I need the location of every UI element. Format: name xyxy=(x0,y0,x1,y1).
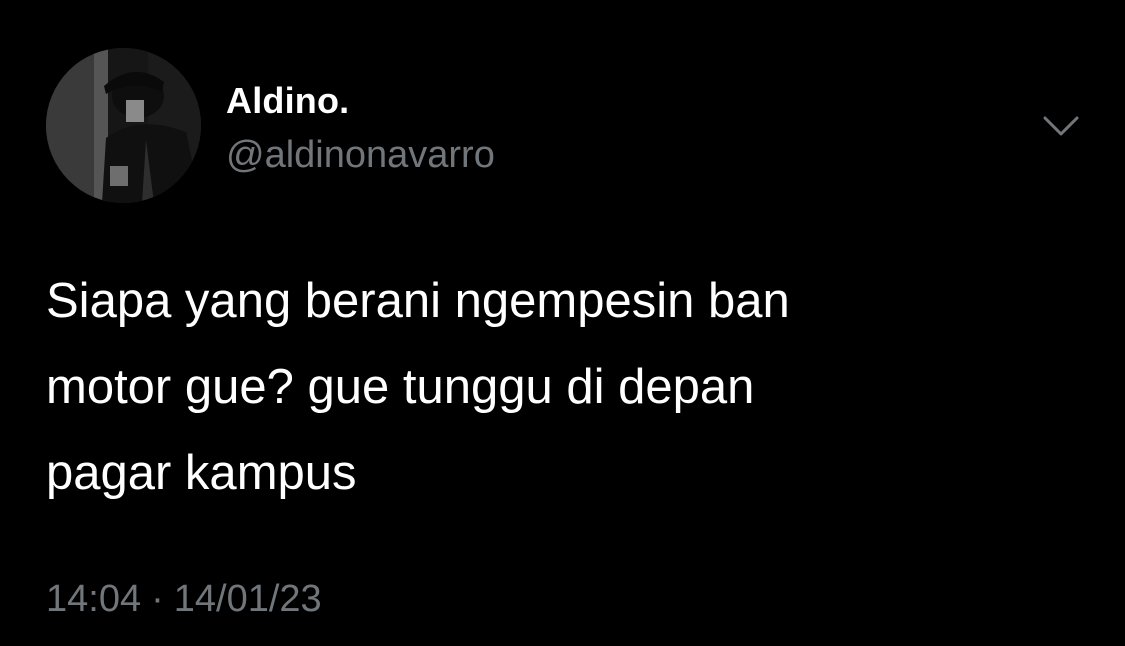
tweet-text-line: pagar kampus xyxy=(46,446,357,500)
tweet-text-line: Siapa yang berani ngempesin ban xyxy=(46,274,790,328)
tweet-date: 14/01/23 xyxy=(173,578,322,620)
profile-photo-icon xyxy=(46,48,201,203)
meta-separator: · xyxy=(151,578,164,620)
author-handle[interactable]: @aldinonavarro xyxy=(226,134,495,177)
avatar[interactable] xyxy=(46,48,201,203)
tweet-text-line: motor gue? gue tunggu di depan xyxy=(46,360,755,414)
tweet-text: Siapa yang berani ngempesin ban motor gu… xyxy=(46,258,1086,516)
author-display-name[interactable]: Aldino. xyxy=(226,80,349,122)
tweet-time: 14:04 xyxy=(46,578,142,620)
more-options-button[interactable] xyxy=(1036,104,1086,148)
tweet-card: Aldino. @aldinonavarro Siapa yang berani… xyxy=(0,0,1125,646)
tweet-timestamp[interactable]: 14:04 · 14/01/23 xyxy=(46,578,322,621)
chevron-down-icon xyxy=(1043,116,1079,136)
